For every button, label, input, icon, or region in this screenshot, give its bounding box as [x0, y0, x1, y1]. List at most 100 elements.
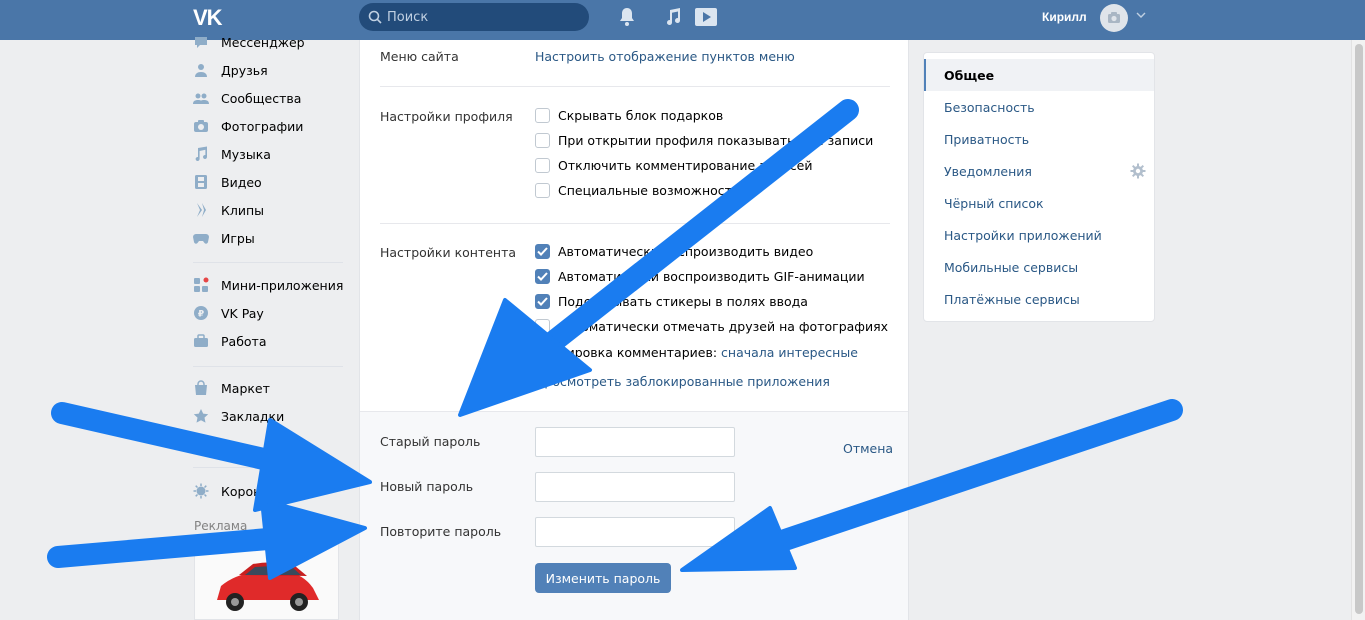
checkmark-icon	[537, 247, 548, 256]
messenger-icon	[193, 34, 209, 50]
profile-settings-label: Настройки профиля	[380, 109, 513, 124]
settings-tab-security[interactable]: Безопасность	[924, 91, 1154, 123]
checkbox-box[interactable]	[535, 319, 550, 334]
nav-label: Коронавирус	[221, 483, 307, 499]
configure-menu-link[interactable]: Настроить отображение пунктов меню	[535, 49, 795, 64]
vk-logo[interactable]: VK	[193, 5, 229, 30]
nav-label: Сообщества	[221, 90, 302, 106]
bell-icon[interactable]	[618, 7, 636, 27]
old-password-input[interactable]	[535, 427, 735, 457]
nav-item-messenger[interactable]: Мессенджер	[193, 31, 353, 53]
nav-item-vkpay[interactable]: ₽ VK Pay	[193, 302, 353, 324]
nav-divider	[193, 467, 343, 468]
accessibility-checkbox[interactable]: Специальные возможности	[535, 183, 740, 198]
settings-tab-privacy[interactable]: Приватность	[924, 123, 1154, 155]
nav-item-friends[interactable]: Друзья	[193, 59, 353, 81]
gamepad-icon	[193, 230, 209, 246]
mini-apps-icon	[193, 277, 209, 293]
settings-main-panel: Меню сайта Настроить отображение пунктов…	[359, 40, 909, 620]
nav-label: Мессенджер	[221, 34, 305, 50]
nav-label: Фотографии	[221, 118, 304, 134]
settings-tab-general[interactable]: Общее	[924, 59, 1154, 91]
gear-icon[interactable]	[1130, 163, 1146, 179]
settings-tab-notifications[interactable]: Уведомления	[924, 155, 1154, 187]
checkbox-label: Автоматически воспроизводить GIF-анимаци…	[558, 269, 865, 284]
repeat-password-input[interactable]	[535, 517, 735, 547]
nav-item-video[interactable]: Видео	[193, 171, 353, 193]
nav-label: Маркет	[221, 380, 270, 396]
nav-label: Друзья	[221, 62, 268, 78]
checkbox-box[interactable]	[535, 108, 550, 123]
checkbox-box[interactable]	[535, 294, 550, 309]
nav-label: Мини-приложения	[221, 277, 344, 293]
checkbox-box[interactable]	[535, 244, 550, 259]
cancel-link[interactable]: Отмена	[843, 441, 893, 456]
nav-label: VK Pay	[221, 305, 264, 321]
checkbox-box[interactable]	[535, 269, 550, 284]
autoplay-gif-checkbox[interactable]: Автоматически воспроизводить GIF-анимаци…	[535, 269, 865, 284]
nav-item-photos[interactable]: Фотографии	[193, 115, 353, 137]
checkbox-label: Скрывать блок подарков	[558, 108, 724, 123]
settings-tab-payment-services[interactable]: Платёжные сервисы	[924, 283, 1154, 315]
sticker-hints-checkbox[interactable]: Подсказывать стикеры в полях ввода	[535, 294, 808, 309]
nav-label: Музыка	[221, 146, 271, 162]
comment-sort-label: Сортировка комментариев:	[535, 345, 718, 360]
comment-sort-row: Сортировка комментариев: сначала интерес…	[535, 345, 858, 360]
hide-gifts-checkbox[interactable]: Скрывать блок подарков	[535, 108, 723, 123]
play-icon[interactable]	[694, 7, 718, 27]
briefcase-icon	[193, 333, 209, 349]
checkbox-box[interactable]	[535, 133, 550, 148]
checkbox-label: Автоматически отмечать друзей на фотогра…	[558, 319, 889, 334]
checkbox-box[interactable]	[535, 158, 550, 173]
nav-label: Игры	[221, 230, 255, 246]
old-password-label: Старый пароль	[380, 434, 481, 449]
checkmark-icon	[537, 297, 548, 306]
ad-label: Реклама	[194, 519, 248, 533]
nav-label: Закладки	[221, 408, 285, 424]
chevron-down-icon[interactable]	[1136, 10, 1146, 20]
autoplay-video-checkbox[interactable]: Автоматически воспроизводить видео	[535, 244, 813, 259]
repeat-password-label: Повторите пароль	[380, 524, 502, 539]
settings-nav-menu: Общее Безопасность Приватность Уведомлен…	[923, 52, 1155, 322]
settings-tab-mobile-services[interactable]: Мобильные сервисы	[924, 251, 1154, 283]
music-icon	[193, 146, 209, 162]
comment-sort-value[interactable]: сначала интересные	[721, 345, 858, 360]
nav-divider	[193, 262, 343, 263]
settings-tab-blacklist[interactable]: Чёрный список	[924, 187, 1154, 219]
content-settings-label: Настройки контента	[380, 245, 517, 260]
settings-tab-app-settings[interactable]: Настройки приложений	[924, 219, 1154, 251]
divider	[380, 223, 890, 224]
clips-icon	[193, 202, 209, 218]
blocked-apps-link[interactable]: Просмотреть заблокированные приложения	[535, 374, 830, 389]
communities-icon	[193, 90, 209, 106]
nav-item-jobs[interactable]: Работа	[193, 330, 353, 352]
nav-item-music[interactable]: Музыка	[193, 143, 353, 165]
disable-comments-checkbox[interactable]: Отключить комментирование записей	[535, 158, 813, 173]
new-password-input[interactable]	[535, 472, 735, 502]
avatar[interactable]	[1100, 4, 1128, 32]
music-note-icon[interactable]	[664, 7, 682, 27]
nav-item-communities[interactable]: Сообщества	[193, 87, 353, 109]
film-icon	[193, 174, 209, 190]
nav-item-market[interactable]: Маркет	[193, 377, 353, 399]
vkpay-icon: ₽	[193, 305, 209, 321]
page-scrollbar[interactable]	[1351, 40, 1365, 620]
change-password-button[interactable]: Изменить пароль	[535, 563, 671, 593]
checkbox-box[interactable]	[535, 183, 550, 198]
nav-item-coronavirus[interactable]: Коронавирус	[193, 480, 353, 502]
username[interactable]: Кирилл	[1042, 10, 1087, 24]
search-box[interactable]	[359, 3, 589, 31]
search-input[interactable]	[387, 3, 582, 31]
show-my-posts-checkbox[interactable]: При открытии профиля показывать мои запи…	[535, 133, 873, 148]
star-icon	[193, 408, 209, 424]
nav-item-games[interactable]: Игры	[193, 227, 353, 249]
nav-item-bookmarks[interactable]: Закладки	[193, 405, 353, 427]
nav-label: Видео	[221, 174, 262, 190]
nav-item-mini-apps[interactable]: Мини-приложения	[193, 274, 353, 296]
site-menu-label: Меню сайта	[380, 49, 459, 64]
ad-banner[interactable]	[194, 541, 339, 620]
scrollbar-thumb[interactable]	[1355, 44, 1363, 614]
tag-friends-checkbox[interactable]: Автоматически отмечать друзей на фотогра…	[535, 319, 888, 334]
nav-item-clips[interactable]: Клипы	[193, 199, 353, 221]
divider	[380, 86, 890, 87]
